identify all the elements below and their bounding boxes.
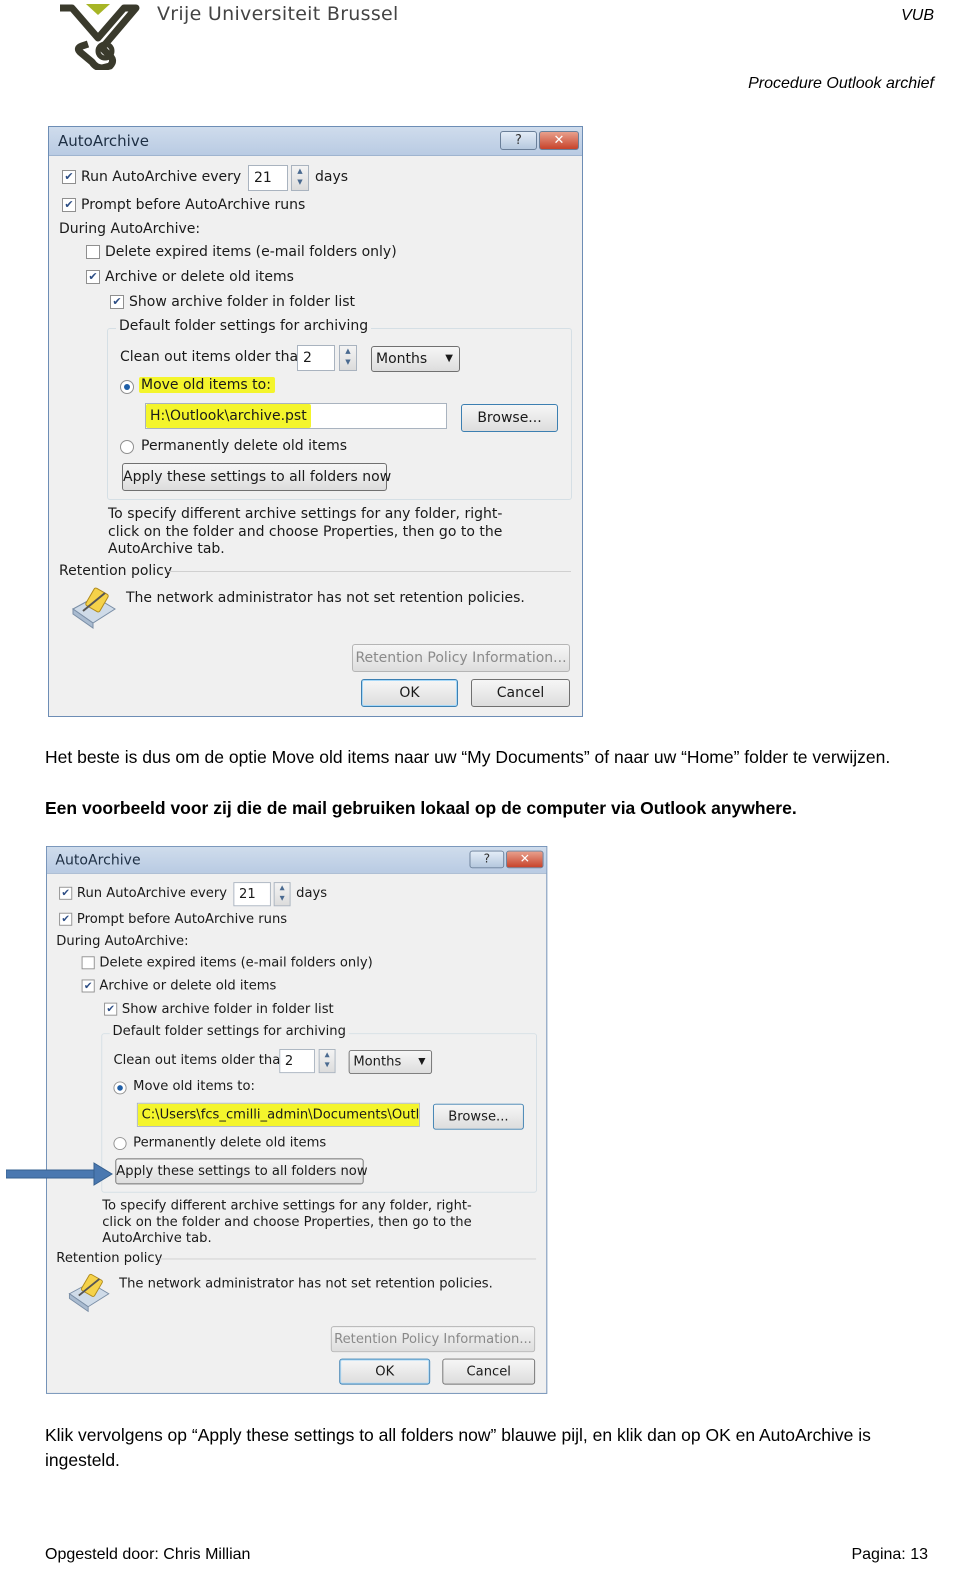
prompt-label: Prompt before AutoArchive runs: [76, 911, 288, 927]
document-page: Vrije Universiteit Brussel VUB Procedure…: [0, 0, 960, 1572]
clean-unit-value: Months: [353, 1054, 402, 1070]
retention-policy-label: Retention policy: [56, 1251, 163, 1266]
prompt-checkbox[interactable]: ✔: [59, 912, 73, 926]
autoarchive-dialog-2: AutoArchive ? ✕ ✔ Run AutoArchive every …: [46, 846, 548, 1394]
archive-path-input[interactable]: C:\Users\fcs_cmilli_admin\Documents\Outl…: [136, 1102, 420, 1127]
run-days-stepper[interactable]: ▲ ▼: [273, 882, 291, 907]
archive-path-value: H:\Outlook\archive.pst: [146, 404, 311, 428]
permanently-delete-label: Permanently delete old items: [133, 1135, 327, 1151]
clean-value-stepper[interactable]: ▲ ▼: [318, 1049, 336, 1074]
run-autoarchive-label: Run AutoArchive every: [76, 885, 228, 901]
group-label: Default folder settings for archiving: [116, 318, 372, 334]
clean-unit-select[interactable]: Months ▼: [348, 1049, 433, 1075]
show-folder-checkbox[interactable]: ✔: [110, 295, 124, 309]
group-label: Default folder settings for archiving: [109, 1023, 349, 1039]
clean-value-input[interactable]: 2: [279, 1049, 315, 1074]
retention-policy-text: The network administrator has not set re…: [119, 1276, 493, 1291]
archive-label: Archive or delete old items: [105, 269, 294, 285]
during-label: During AutoArchive:: [56, 934, 189, 949]
cancel-button[interactable]: Cancel: [471, 679, 570, 707]
chevron-down-icon: ▼: [445, 353, 453, 364]
delete-expired-label: Delete expired items (e-mail folders onl…: [99, 955, 373, 971]
retention-policy-label: Retention policy: [59, 563, 173, 579]
clean-label: Clean out items older than: [120, 349, 307, 365]
prompt-label: Prompt before AutoArchive runs: [81, 197, 306, 213]
autoarchive-dialog-1: AutoArchive ? ✕ ✔ Run AutoArchive every …: [48, 126, 583, 717]
clean-value-input[interactable]: 2: [297, 345, 335, 371]
permanently-delete-radio[interactable]: [113, 1137, 127, 1151]
days-label: days: [315, 169, 349, 185]
show-folder-label: Show archive folder in folder list: [129, 294, 356, 310]
close-button[interactable]: ✕: [506, 850, 544, 869]
run-days-input[interactable]: 21: [233, 882, 271, 907]
run-days-stepper[interactable]: ▲ ▼: [291, 165, 309, 191]
dialog-titlebar: AutoArchive ? ✕: [49, 127, 582, 156]
move-old-items-label: Move old items to:: [133, 1078, 255, 1094]
browse-button[interactable]: Browse...: [432, 1103, 524, 1130]
paragraph-2: Een voorbeeld voor zij die de mail gebru…: [45, 798, 797, 818]
apply-all-folders-button[interactable]: Apply these settings to all folders now: [115, 1158, 368, 1185]
clean-value-stepper[interactable]: ▲ ▼: [339, 345, 357, 371]
clean-unit-select[interactable]: Months ▼: [371, 346, 460, 372]
paragraph-3: Klik vervolgens op “Apply these settings…: [45, 1425, 871, 1470]
move-old-items-label: Move old items to:: [139, 377, 275, 393]
archive-path-input[interactable]: H:\Outlook\archive.pst: [145, 403, 447, 429]
close-button[interactable]: ✕: [539, 131, 579, 150]
cancel-button[interactable]: Cancel: [442, 1358, 536, 1385]
permanently-delete-radio[interactable]: [120, 440, 134, 454]
folder-settings-note: To specify different archive settings fo…: [108, 506, 503, 557]
run-days-input[interactable]: 21: [248, 165, 288, 191]
folder-settings-note: To specify different archive settings fo…: [102, 1198, 472, 1246]
show-folder-label: Show archive folder in folder list: [121, 1001, 334, 1017]
archive-checkbox[interactable]: ✔: [81, 979, 95, 993]
university-name: Vrije Universiteit Brussel: [157, 3, 399, 25]
retention-separator: [169, 571, 571, 572]
document-title: Procedure Outlook archief: [748, 75, 934, 92]
help-button[interactable]: ?: [500, 131, 537, 150]
footer-page: Pagina: 13: [851, 1546, 928, 1563]
delete-expired-checkbox[interactable]: [81, 956, 95, 970]
clean-label: Clean out items older than: [113, 1052, 289, 1068]
paragraph-1: Het beste is dus om de optie Move old it…: [45, 747, 891, 767]
archive-path-value: C:\Users\fcs_cmilli_admin\Documents\Outl…: [137, 1103, 419, 1126]
apply-all-folders-button[interactable]: Apply these settings to all folders now: [122, 463, 391, 491]
archive-label: Archive or delete old items: [99, 978, 277, 994]
retention-policy-info-button[interactable]: Retention Policy Information...: [352, 644, 570, 672]
run-autoarchive-checkbox[interactable]: ✔: [62, 170, 76, 184]
delete-expired-checkbox[interactable]: [86, 245, 100, 259]
run-autoarchive-label: Run AutoArchive every: [81, 169, 242, 185]
ok-button[interactable]: OK: [339, 1358, 431, 1385]
clean-unit-value: Months: [376, 351, 428, 367]
delete-expired-label: Delete expired items (e-mail folders onl…: [105, 244, 397, 260]
retention-policy-text: The network administrator has not set re…: [126, 590, 525, 606]
permanently-delete-label: Permanently delete old items: [141, 438, 348, 454]
show-folder-checkbox[interactable]: ✔: [104, 1002, 118, 1016]
chevron-down-icon: ▼: [418, 1056, 426, 1067]
retention-policy-icon: [72, 587, 116, 629]
vub-logo: [60, 4, 140, 70]
move-old-items-radio[interactable]: [120, 380, 134, 394]
retention-policy-icon: [68, 1273, 110, 1313]
days-label: days: [296, 885, 328, 901]
blue-arrow-icon: [6, 1162, 113, 1186]
footer-author: Opgesteld door: Chris Millian: [45, 1546, 251, 1563]
retention-policy-info-button[interactable]: Retention Policy Information...: [330, 1326, 536, 1353]
header-abbr: VUB: [901, 7, 934, 24]
dialog-titlebar: AutoArchive ? ✕: [46, 846, 547, 874]
run-autoarchive-checkbox[interactable]: ✔: [59, 886, 73, 900]
help-button[interactable]: ?: [469, 850, 505, 869]
prompt-checkbox[interactable]: ✔: [62, 198, 76, 212]
browse-button[interactable]: Browse...: [461, 404, 558, 432]
move-old-items-radio[interactable]: [113, 1081, 127, 1095]
during-label: During AutoArchive:: [59, 221, 201, 237]
ok-button[interactable]: OK: [361, 679, 458, 707]
retention-separator: [159, 1258, 537, 1260]
dialog-title: AutoArchive: [55, 851, 141, 869]
dialog-title: AutoArchive: [58, 132, 149, 150]
archive-checkbox[interactable]: ✔: [86, 270, 100, 284]
